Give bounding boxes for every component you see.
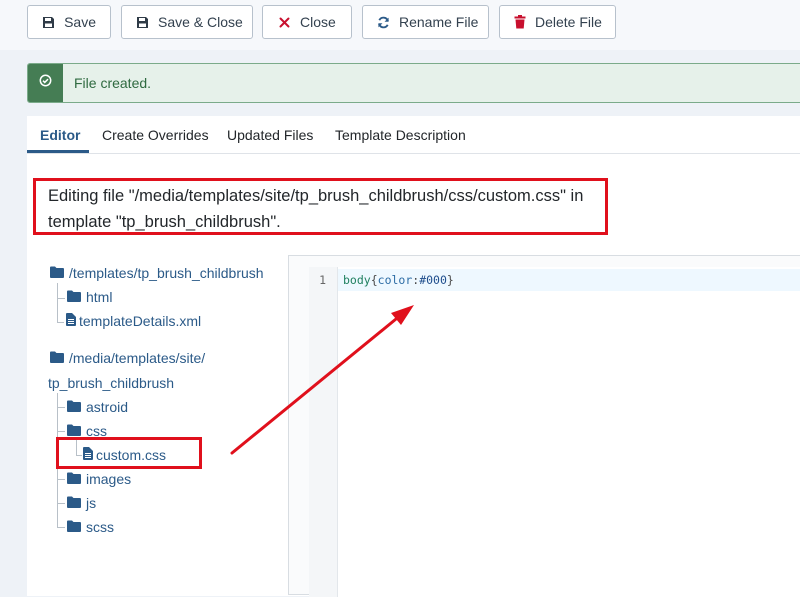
annotation-arrow xyxy=(230,305,414,455)
arrow-shaft xyxy=(230,317,398,455)
